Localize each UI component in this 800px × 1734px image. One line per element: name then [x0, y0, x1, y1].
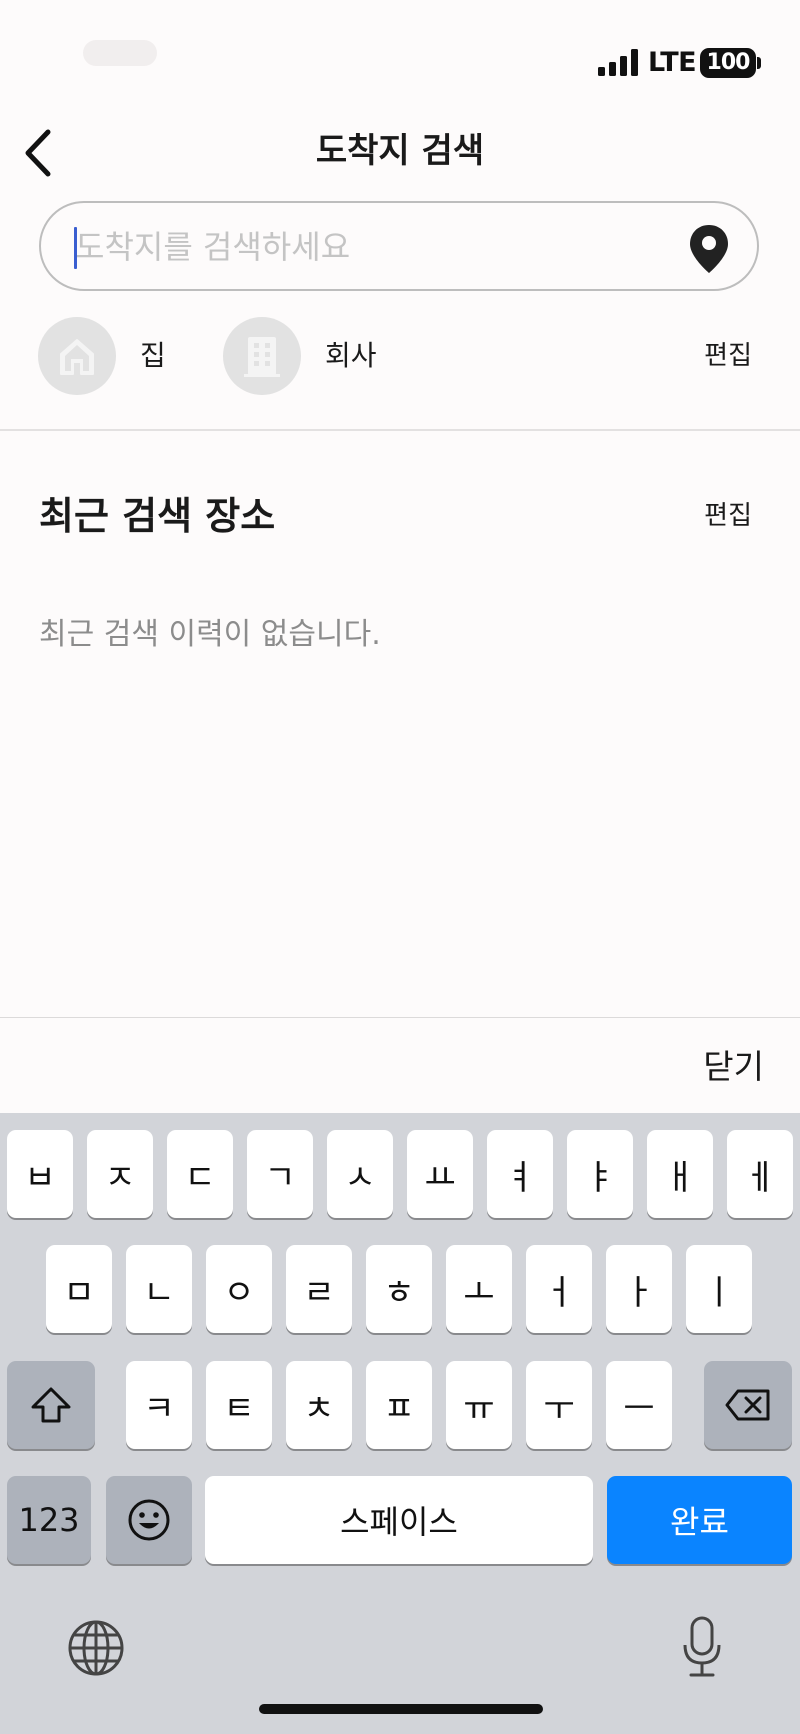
letter-key[interactable]: ㅂ [7, 1130, 73, 1218]
microphone-icon [683, 1616, 721, 1677]
shift-arrow-icon [31, 1387, 71, 1423]
letter-key[interactable]: ㅐ [647, 1130, 713, 1218]
letter-key[interactable]: ㅜ [526, 1361, 592, 1449]
letter-key[interactable]: ㄷ [167, 1130, 233, 1218]
letter-key[interactable]: ㅅ [327, 1130, 393, 1218]
letter-key[interactable]: ㅌ [206, 1361, 272, 1449]
space-key[interactable]: 스페이스 [205, 1476, 593, 1564]
work-shortcut-button[interactable] [223, 317, 301, 395]
letter-key[interactable]: ㅁ [46, 1245, 112, 1333]
battery-level: 100 [700, 48, 756, 78]
letter-key[interactable]: ㄱ [247, 1130, 313, 1218]
letter-key[interactable]: ㅋ [126, 1361, 192, 1449]
quick-places-edit-button[interactable]: 편집 [704, 338, 752, 374]
letter-key[interactable]: ㅊ [286, 1361, 352, 1449]
letter-key[interactable]: ㅗ [446, 1245, 512, 1333]
recent-empty-message: 최근 검색 이력이 없습니다. [39, 617, 381, 652]
close-keyboard-button[interactable]: 닫기 [703, 1044, 764, 1090]
recent-searches-edit-button[interactable]: 편집 [704, 498, 752, 534]
letter-key[interactable]: ㅑ [567, 1130, 633, 1218]
text-cursor [74, 227, 77, 269]
home-shortcut-button[interactable] [38, 317, 116, 395]
battery-nub [757, 57, 761, 69]
dictation-key[interactable] [680, 1615, 724, 1683]
backspace-icon [725, 1389, 770, 1421]
destination-search-input[interactable] [75, 221, 675, 273]
cellular-signal-icon [598, 48, 640, 76]
home-icon [60, 339, 94, 375]
building-icon [244, 337, 280, 377]
letter-key[interactable]: ㅇ [206, 1245, 272, 1333]
recent-searches-title: 최근 검색 장소 [39, 494, 276, 538]
delete-key[interactable] [704, 1361, 792, 1449]
letter-key[interactable]: ㅔ [727, 1130, 793, 1218]
work-shortcut-label[interactable]: 회사 [325, 336, 377, 376]
home-indicator [259, 1704, 543, 1714]
letter-key[interactable]: ㄹ [286, 1245, 352, 1333]
destination-search-box[interactable] [39, 201, 759, 291]
done-key[interactable]: 완료 [607, 1476, 792, 1564]
emoji-icon [128, 1499, 170, 1541]
letter-key[interactable]: ㅓ [526, 1245, 592, 1333]
dynamic-island-pill [83, 40, 157, 66]
letter-key[interactable]: ㄴ [126, 1245, 192, 1333]
letter-key[interactable]: ㅎ [366, 1245, 432, 1333]
letter-key[interactable]: ㅠ [446, 1361, 512, 1449]
page-title: 도착지 검색 [315, 131, 485, 171]
keyboard-toolbar-divider [0, 1017, 800, 1018]
globe-key[interactable] [66, 1618, 126, 1682]
letter-key[interactable]: ㅏ [606, 1245, 672, 1333]
letter-key[interactable]: ㅕ [487, 1130, 553, 1218]
numbers-key[interactable]: 123 [7, 1476, 91, 1564]
map-pin-icon [690, 225, 728, 273]
korean-keyboard: ㅂㅈㄷㄱㅅㅛㅕㅑㅐㅔ ㅁㄴㅇㄹㅎㅗㅓㅏㅣ ㅋㅌㅊㅍㅠㅜㅡ 123 스페이스 완료 [0, 1113, 800, 1734]
home-shortcut-label[interactable]: 집 [140, 336, 166, 376]
globe-icon [68, 1620, 124, 1676]
letter-key[interactable]: ㅡ [606, 1361, 672, 1449]
emoji-key[interactable] [106, 1476, 192, 1564]
letter-key[interactable]: ㅍ [366, 1361, 432, 1449]
network-type-label: LTE [648, 47, 697, 78]
section-divider [0, 429, 800, 431]
letter-key[interactable]: ㅣ [686, 1245, 752, 1333]
shift-key[interactable] [7, 1361, 95, 1449]
letter-key[interactable]: ㅛ [407, 1130, 473, 1218]
current-location-button[interactable] [687, 223, 731, 275]
letter-key[interactable]: ㅈ [87, 1130, 153, 1218]
